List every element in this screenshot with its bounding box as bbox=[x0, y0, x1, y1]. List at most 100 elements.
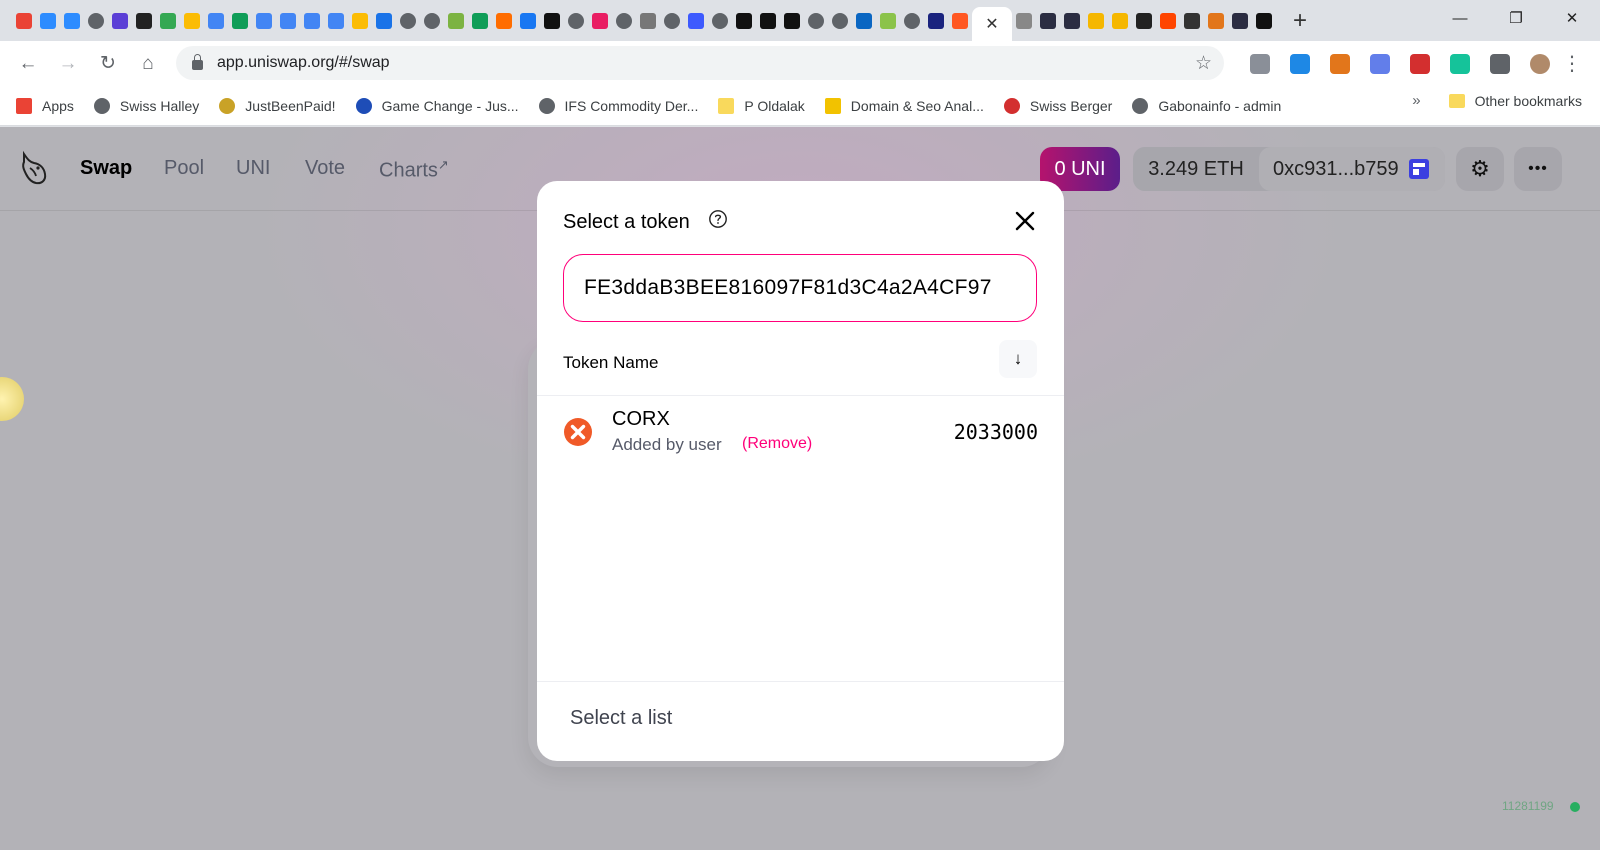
bookmark-star-icon[interactable]: ☆ bbox=[1195, 52, 1212, 75]
tab-4[interactable] bbox=[108, 0, 132, 41]
tab-17[interactable] bbox=[420, 0, 444, 41]
minimize-button[interactable]: — bbox=[1432, 0, 1488, 36]
tab-38[interactable] bbox=[924, 0, 948, 41]
tab-after-10[interactable] bbox=[1252, 0, 1276, 41]
restore-button[interactable]: ❐ bbox=[1488, 0, 1544, 36]
tab-35[interactable] bbox=[852, 0, 876, 41]
tab-27[interactable] bbox=[660, 0, 684, 41]
tab-39[interactable] bbox=[948, 0, 972, 41]
tab-8[interactable] bbox=[204, 0, 228, 41]
extension-button-0[interactable] bbox=[1240, 44, 1280, 84]
tab-23[interactable] bbox=[564, 0, 588, 41]
lock-icon[interactable] bbox=[192, 53, 203, 70]
tab-7[interactable] bbox=[180, 0, 204, 41]
select-list-button[interactable]: Select a list bbox=[570, 707, 672, 730]
bookmark-8[interactable]: Gabonainfo - admin bbox=[1132, 92, 1291, 120]
tab-3[interactable] bbox=[84, 0, 108, 41]
tab-18[interactable] bbox=[444, 0, 468, 41]
bookmarks-overflow-icon[interactable]: » bbox=[1412, 92, 1420, 109]
more-button[interactable]: ••• bbox=[1514, 147, 1562, 191]
bookmark-6[interactable]: Domain & Seo Anal... bbox=[824, 92, 994, 120]
tab-12[interactable] bbox=[300, 0, 324, 41]
nav-swap[interactable]: Swap bbox=[80, 157, 132, 180]
close-icon[interactable] bbox=[1011, 207, 1039, 235]
nav-vote[interactable]: Vote bbox=[305, 157, 345, 180]
extension-button-4[interactable] bbox=[1400, 44, 1440, 84]
url-text[interactable]: app.uniswap.org/#/swap bbox=[217, 54, 390, 72]
uniswap-logo-icon[interactable] bbox=[18, 150, 50, 186]
bookmark-2[interactable]: JustBeenPaid! bbox=[219, 92, 345, 120]
bookmark-4[interactable]: IFS Commodity Der... bbox=[538, 92, 709, 120]
browser-menu-icon[interactable]: ⋮ bbox=[1560, 44, 1584, 84]
tab-after-6[interactable] bbox=[1156, 0, 1180, 41]
sort-toggle-button[interactable]: ↓ bbox=[999, 340, 1037, 378]
help-circle-icon[interactable] bbox=[708, 209, 728, 229]
tab-31[interactable] bbox=[756, 0, 780, 41]
tab-25[interactable] bbox=[612, 0, 636, 41]
extension-button-3[interactable] bbox=[1360, 44, 1400, 84]
tab-30[interactable] bbox=[732, 0, 756, 41]
tab-6[interactable] bbox=[156, 0, 180, 41]
extension-button-6[interactable] bbox=[1480, 44, 1520, 84]
tab-16[interactable] bbox=[396, 0, 420, 41]
extension-button-1[interactable] bbox=[1280, 44, 1320, 84]
reload-button[interactable]: ↻ bbox=[88, 44, 128, 84]
bookmark-3[interactable]: Game Change - Jus... bbox=[355, 92, 529, 120]
tab-after-0[interactable] bbox=[1012, 0, 1036, 41]
tab-28[interactable] bbox=[684, 0, 708, 41]
tab-14[interactable] bbox=[348, 0, 372, 41]
tab-after-3[interactable] bbox=[1084, 0, 1108, 41]
tab-13[interactable] bbox=[324, 0, 348, 41]
remove-token-link[interactable]: (Remove) bbox=[742, 435, 812, 453]
tab-10[interactable] bbox=[252, 0, 276, 41]
new-tab-button[interactable]: + bbox=[1284, 5, 1316, 37]
nav-charts[interactable]: Charts↗ bbox=[379, 157, 449, 183]
tab-1[interactable] bbox=[36, 0, 60, 41]
tab-36[interactable] bbox=[876, 0, 900, 41]
tab-22[interactable] bbox=[540, 0, 564, 41]
tab-20[interactable] bbox=[492, 0, 516, 41]
tab-33[interactable] bbox=[804, 0, 828, 41]
tab-0[interactable] bbox=[12, 0, 36, 41]
tab-5[interactable] bbox=[132, 0, 156, 41]
tab-after-2[interactable] bbox=[1060, 0, 1084, 41]
tab-24[interactable] bbox=[588, 0, 612, 41]
tab-29[interactable] bbox=[708, 0, 732, 41]
tab-19[interactable] bbox=[468, 0, 492, 41]
bookmark-1[interactable]: Swiss Halley bbox=[93, 92, 209, 120]
tab-after-4[interactable] bbox=[1108, 0, 1132, 41]
address-bar[interactable]: app.uniswap.org/#/swap ☆ bbox=[176, 46, 1224, 80]
bookmark-7[interactable]: Swiss Berger bbox=[1003, 92, 1122, 120]
tab-11[interactable] bbox=[276, 0, 300, 41]
tab-after-5[interactable] bbox=[1132, 0, 1156, 41]
active-tab[interactable]: ✕ bbox=[972, 7, 1012, 41]
wallet-address-button[interactable]: 0xc931...b759 bbox=[1259, 147, 1445, 191]
extension-button-7[interactable] bbox=[1520, 44, 1560, 84]
extension-button-5[interactable] bbox=[1440, 44, 1480, 84]
token-search-input[interactable] bbox=[563, 254, 1037, 322]
token-row[interactable]: CORX Added by user (Remove) 2033000 bbox=[537, 396, 1064, 468]
bookmark-5[interactable]: P Oldalak bbox=[718, 92, 814, 120]
tab-after-8[interactable] bbox=[1204, 0, 1228, 41]
extension-button-2[interactable] bbox=[1320, 44, 1360, 84]
tab-9[interactable] bbox=[228, 0, 252, 41]
tab-26[interactable] bbox=[636, 0, 660, 41]
nav-uni[interactable]: UNI bbox=[236, 157, 270, 180]
home-button[interactable]: ⌂ bbox=[128, 44, 168, 84]
close-tab-icon[interactable]: ✕ bbox=[985, 14, 998, 34]
settings-button[interactable]: ⚙ bbox=[1456, 147, 1504, 191]
close-window-button[interactable]: ✕ bbox=[1544, 0, 1600, 36]
tab-after-9[interactable] bbox=[1228, 0, 1252, 41]
tab-37[interactable] bbox=[900, 0, 924, 41]
tab-after-1[interactable] bbox=[1036, 0, 1060, 41]
back-button[interactable]: ← bbox=[8, 44, 48, 84]
other-bookmarks-link[interactable]: Other bookmarks bbox=[1475, 93, 1582, 109]
tab-21[interactable] bbox=[516, 0, 540, 41]
tab-15[interactable] bbox=[372, 0, 396, 41]
tab-after-7[interactable] bbox=[1180, 0, 1204, 41]
nav-pool[interactable]: Pool bbox=[164, 157, 204, 180]
tab-2[interactable] bbox=[60, 0, 84, 41]
forward-button[interactable]: → bbox=[48, 44, 88, 84]
tab-32[interactable] bbox=[780, 0, 804, 41]
tab-34[interactable] bbox=[828, 0, 852, 41]
